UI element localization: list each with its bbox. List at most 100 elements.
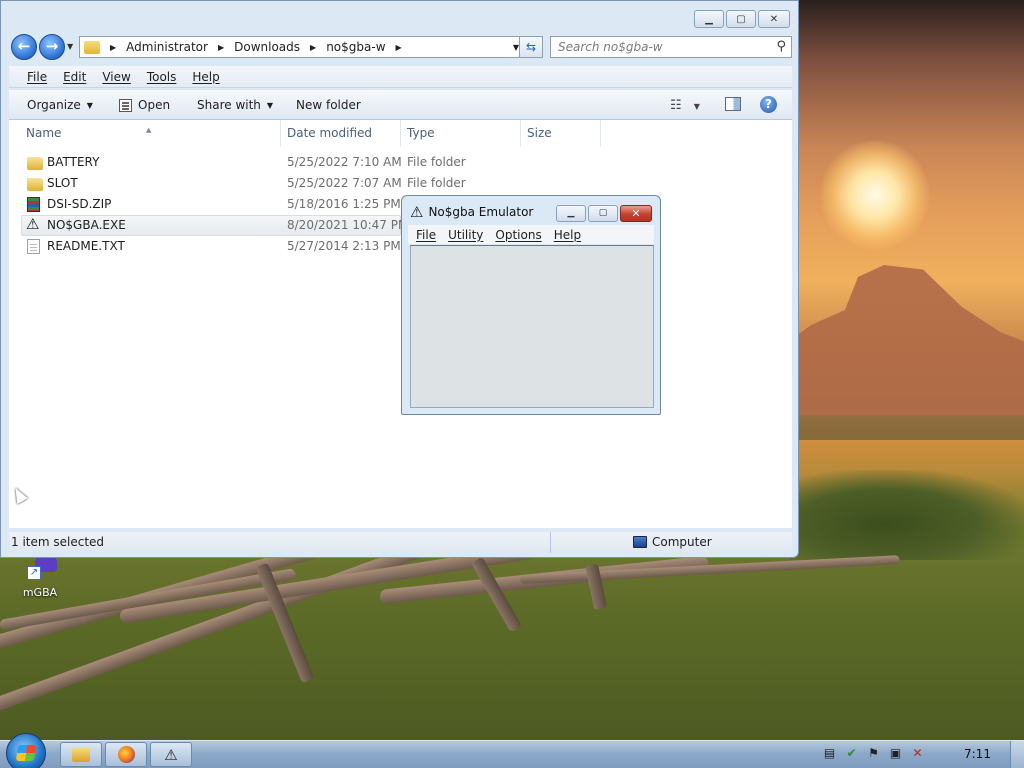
sort-arrow-icon: ▲ [146,126,152,134]
search-icon[interactable]: ⚲ [776,39,786,54]
file-name: README.TXT [47,239,125,253]
firefox-icon [117,746,135,763]
column-name[interactable]: Name [26,126,61,140]
show-desktop-button[interactable] [1010,741,1024,768]
folder-icon [84,40,100,54]
taskbar-nogba[interactable]: ⚠ [150,742,192,767]
breadcrumb-item[interactable]: no$gba-w [326,40,385,54]
address-bar[interactable]: ▶ Administrator ▶ Downloads ▶ no$gba-w ▶… [79,36,526,58]
file-type: File folder [407,155,466,169]
column-size[interactable]: Size [527,126,552,140]
close-button[interactable]: ✕ [758,10,790,28]
start-button[interactable] [6,733,46,768]
network-icon[interactable]: ▣ [888,746,903,761]
volume-muted-icon[interactable]: ✕ [910,746,925,761]
menu-utility[interactable]: Utility [448,228,483,242]
open-button[interactable]: Open [119,98,170,112]
folder-icon [27,157,43,170]
taskbar-explorer[interactable] [60,742,102,767]
maximize-button[interactable]: ▢ [726,10,756,28]
desktop-icon-mgba[interactable]: ↗ mGBA [10,556,70,599]
taskbar-firefox[interactable] [105,742,147,767]
window-controls: ▁ ▢ ✕ [556,205,652,222]
file-name: NO$GBA.EXE [47,218,126,232]
explorer-window[interactable]: ▁ ▢ ✕ ← → ▼ ▶ Administrator ▶ Downloads … [0,0,799,558]
system-tray: ▤ ✔ ⚑ ▣ ✕ [822,746,925,761]
location-status: Computer [652,535,712,549]
menu-help[interactable]: Help [192,70,219,84]
minimize-button[interactable]: ▁ [694,10,724,28]
organize-button[interactable]: Organize ▼ [27,98,93,112]
file-row[interactable]: BATTERY 5/25/2022 7:10 AM File folder [9,152,792,173]
window-title-bar[interactable]: ⚠ No$gba Emulator [410,203,534,221]
organize-label: Organize [27,98,81,112]
column-header: ▲ Name Date modified Type Size [9,120,792,147]
open-icon [119,98,132,112]
wallpaper-sun [820,140,930,250]
menu-help[interactable]: Help [554,228,581,242]
system-clock[interactable]: 7:11 [964,747,991,761]
refresh-button[interactable]: ⇆ [519,36,543,58]
breadcrumb-item[interactable]: Downloads [234,40,300,54]
navigation-bar: ← → ▼ ▶ Administrator ▶ Downloads ▶ no$g… [9,34,792,60]
forward-button[interactable]: → [39,34,65,60]
column-type[interactable]: Type [407,126,435,140]
minimize-button[interactable]: ▁ [556,205,586,222]
selection-status: 1 item selected [11,535,105,549]
menu-file[interactable]: File [416,228,436,242]
open-label: Open [138,98,171,112]
share-label: Share with [197,98,261,112]
recent-pages-dropdown[interactable]: ▼ [67,42,73,51]
window-controls: ▁ ▢ ✕ [694,10,790,28]
windows-logo-icon [15,745,37,761]
file-date: 5/27/2014 2:13 PM [287,239,401,253]
file-name: BATTERY [47,155,100,169]
help-icon[interactable]: ? [760,96,777,113]
preview-pane-button[interactable] [725,97,741,111]
clipboard-icon[interactable]: ▤ [822,746,837,761]
maximize-button[interactable]: ▢ [588,205,618,222]
chevron-down-icon: ▼ [266,100,274,110]
zip-archive-icon [27,197,40,212]
file-date: 5/25/2022 7:10 AM [287,155,402,169]
close-button[interactable]: ✕ [620,205,652,222]
chevron-down-icon: ▼ [86,100,93,110]
security-shield-icon[interactable]: ✔ [844,746,859,761]
command-bar: Organize ▼ Open Share with ▼ New folder … [9,90,792,120]
change-view-button[interactable]: ☷ ▼ [670,98,710,113]
folder-icon [27,178,43,191]
text-file-icon [27,239,40,254]
nogba-icon: ⚠ [164,745,178,764]
search-placeholder: Search no$gba-w [558,40,663,54]
file-date: 8/20/2021 10:47 PM [287,218,409,232]
menu-file[interactable]: File [27,70,47,84]
nogba-app-icon: ⚠ [410,203,424,221]
nogba-exe-icon: ⚠ [26,215,40,233]
menu-tools[interactable]: Tools [147,70,177,84]
file-row[interactable]: SLOT 5/25/2022 7:07 AM File folder [9,173,792,194]
status-bar: 1 item selected Computer [9,532,792,553]
file-name: DSI-SD.ZIP [47,197,112,211]
action-center-flag-icon[interactable]: ⚑ [866,746,881,761]
menu-edit[interactable]: Edit [63,70,86,84]
back-button[interactable]: ← [11,34,37,60]
taskbar: ⚠ ▤ ✔ ⚑ ▣ ✕ 7:11 [0,733,1024,768]
menu-bar: File Edit View Tools Help [9,66,792,88]
search-input[interactable]: Search no$gba-w ⚲ [550,36,792,58]
menu-view[interactable]: View [102,70,130,84]
menu-options[interactable]: Options [495,228,541,242]
file-date: 5/18/2016 1:25 PM [287,197,401,211]
share-with-button[interactable]: Share with ▼ [197,98,273,112]
new-folder-label: New folder [296,98,361,112]
computer-icon [633,536,647,548]
mgba-shortcut-icon: ↗ [23,556,57,582]
wallpaper-bushes [790,470,1024,560]
nogba-emulator-window[interactable]: ⚠ No$gba Emulator ▁ ▢ ✕ File Utility Opt… [401,195,661,415]
breadcrumb-item[interactable]: Administrator [126,40,208,54]
window-title: No$gba Emulator [428,205,534,219]
emulator-screen[interactable] [410,245,654,408]
explorer-icon [72,747,90,762]
new-folder-button[interactable]: New folder [296,98,361,112]
column-date-modified[interactable]: Date modified [287,126,372,140]
file-type: File folder [407,176,466,190]
